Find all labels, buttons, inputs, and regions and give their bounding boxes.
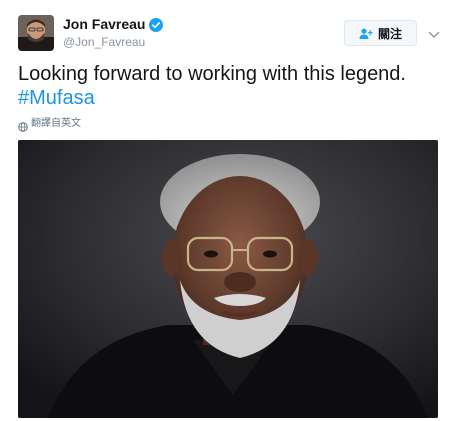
chevron-down-icon[interactable] (428, 27, 440, 38)
avatar[interactable] (18, 15, 54, 51)
tweet-card: Jon Favreau @Jon_Favreau 關注 Looking forw… (0, 0, 450, 421)
follow-label: 關注 (377, 26, 402, 41)
add-user-icon (359, 27, 373, 39)
display-name[interactable]: Jon Favreau (63, 16, 145, 33)
user-handle[interactable]: @Jon_Favreau (63, 34, 163, 51)
globe-icon (18, 119, 28, 132)
portrait-image (18, 140, 438, 418)
translate-tweet-link[interactable]: 翻譯自英文 (18, 118, 81, 132)
follow-button[interactable]: 關注 (344, 20, 417, 46)
name-row: Jon Favreau (63, 16, 164, 33)
verified-badge-icon (149, 17, 164, 32)
tweet-text: Looking forward to working with this leg… (18, 62, 438, 110)
tweet-photo[interactable] (18, 140, 438, 418)
hashtag-link[interactable]: #Mufasa (18, 86, 95, 110)
translate-label: 翻譯自英文 (31, 118, 81, 129)
user-info: Jon Favreau @Jon_Favreau (63, 16, 164, 51)
tweet-body: Looking forward to working with this leg… (18, 63, 406, 85)
avatar-image (18, 15, 54, 51)
